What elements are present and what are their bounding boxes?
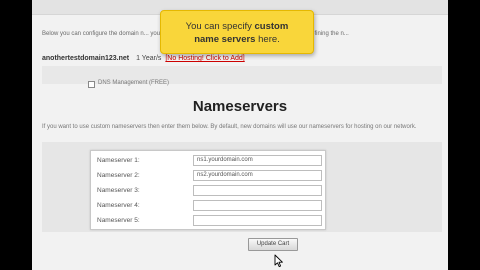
- nameserver-2-input[interactable]: ns2.yourdomain.com: [193, 170, 322, 181]
- nameserver-row-1: Nameserver 1: ns1.yourdomain.com: [95, 155, 322, 167]
- update-cart-button[interactable]: Update Cart: [248, 238, 298, 251]
- nameserver-3-input[interactable]: [193, 185, 322, 196]
- domain-line: anothertestdomain123.net 1 Year/s [No Ho…: [42, 55, 245, 62]
- callout-line2-bold: name servers: [194, 34, 256, 45]
- nameserver-1-input[interactable]: ns1.yourdomain.com: [193, 155, 322, 166]
- nameserver-4-input[interactable]: [193, 200, 322, 211]
- add-hosting-link[interactable]: [No Hosting! Click to Add]: [165, 55, 244, 62]
- nameserver-5-input[interactable]: [193, 215, 322, 226]
- domain-name: anothertestdomain123.net: [42, 55, 130, 62]
- callout-line1-bold: custom: [254, 21, 289, 32]
- dns-management-checkbox[interactable]: [88, 81, 95, 88]
- nameserver-3-label: Nameserver 3:: [97, 187, 140, 194]
- mouse-cursor-icon: [274, 254, 283, 268]
- nameserver-row-2: Nameserver 2: ns2.yourdomain.com: [95, 170, 322, 182]
- nameserver-row-3: Nameserver 3:: [95, 185, 322, 197]
- nameserver-2-label: Nameserver 2:: [97, 172, 140, 179]
- tutorial-callout: You can specify custom name servers here…: [160, 10, 314, 54]
- nameservers-description: If you want to use custom nameservers th…: [42, 124, 417, 130]
- nameserver-row-5: Nameserver 5:: [95, 215, 322, 227]
- nameserver-5-label: Nameserver 5:: [97, 217, 140, 224]
- nameservers-table: Nameserver 1: ns1.yourdomain.com Nameser…: [90, 150, 326, 230]
- nameservers-heading: Nameservers: [192, 98, 288, 115]
- registration-term: 1 Year/s: [136, 55, 162, 62]
- nameserver-4-label: Nameserver 4:: [97, 202, 140, 209]
- callout-line2-text: here.: [255, 34, 280, 45]
- nameserver-1-label: Nameserver 1:: [97, 157, 140, 164]
- dns-management-label: DNS Management (FREE): [98, 80, 170, 86]
- video-frame: Below you can configure the domain n... …: [32, 0, 448, 270]
- callout-line1-text: You can specify: [185, 21, 255, 32]
- nameserver-row-4: Nameserver 4:: [95, 200, 322, 212]
